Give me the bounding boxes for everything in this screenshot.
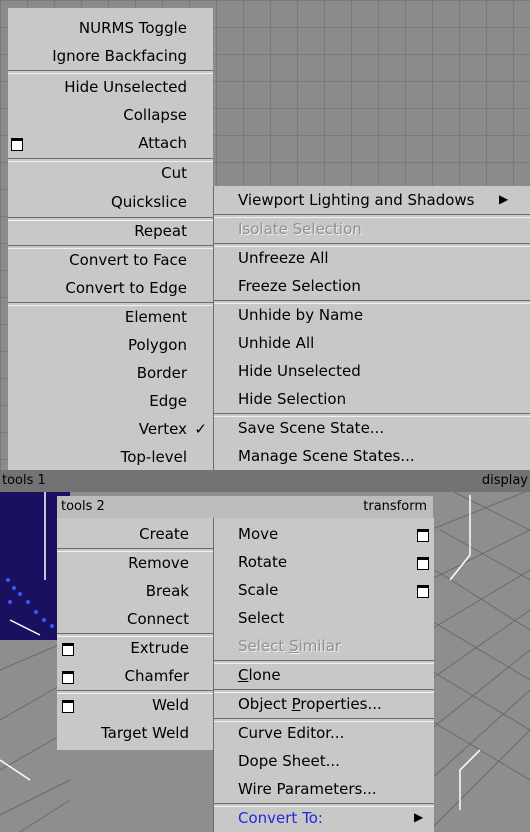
menu-item-freeze-selection[interactable]: Freeze Selection [214,272,530,300]
tools2-title-bar: tools 2 [57,496,213,518]
convert-to-submenu-arrow-icon: ▶ [414,810,424,824]
transform-title: transform [363,499,427,514]
menu-item-extrude[interactable]: Extrude [57,634,213,662]
menu-item-clone[interactable]: Clone [214,661,434,689]
menu-item-quickslice[interactable]: Quickslice [8,188,213,216]
quad-tools1-menu: NURMS Toggle Ignore Backfacing Hide Unse… [8,8,213,470]
select-similar-mnemonic: S [289,637,299,655]
menu-item-unfreeze-all[interactable]: Unfreeze All [214,244,530,272]
menu-item-curve-editor[interactable]: Curve Editor... [214,719,434,747]
attach-option-box-icon[interactable] [11,138,23,151]
menu-item-manage-scene-states[interactable]: Manage Scene States... [214,442,530,470]
menu-item-create[interactable]: Create [57,520,213,548]
menu-item-weld[interactable]: Weld [57,691,213,719]
menu-item-cut[interactable]: Cut [8,159,213,187]
menu-item-save-scene-state[interactable]: Save Scene State... [214,414,530,442]
menu-item-unhide-all[interactable]: Unhide All [214,329,530,357]
object-properties-label-pre: Object [238,695,292,713]
select-similar-label-pre: Select [238,637,290,655]
menu-item-element[interactable]: Element [8,303,213,331]
display-title: display [481,473,528,488]
scale-option-box-icon[interactable] [417,585,429,598]
quad-top-title-bar: tools 1 display [0,470,530,492]
menu-item-break[interactable]: Break [57,577,213,605]
menu-item-top-level[interactable]: Top-level [8,443,213,471]
quad-transform-menu: Move Rotate Scale Select Select Similar … [213,518,434,832]
menu-item-unhide-by-name[interactable]: Unhide by Name [214,301,530,329]
move-option-box-icon[interactable] [417,529,429,542]
menu-item-remove[interactable]: Remove [57,549,213,577]
menu-item-hide-unselected[interactable]: Hide Unselected [8,73,213,101]
transform-title-bar: transform [213,496,433,518]
vertex-checkmark-icon: ✓ [194,420,207,438]
menu-item-vertex[interactable]: Vertex [8,415,213,443]
menu-item-convert-to-face[interactable]: Convert to Face [8,246,213,274]
extrude-option-box-icon[interactable] [62,643,74,656]
tools2-title: tools 2 [61,499,105,514]
menu-item-dope-sheet[interactable]: Dope Sheet... [214,747,434,775]
menu-item-select[interactable]: Select [214,604,434,632]
menu-item-edge[interactable]: Edge [8,387,213,415]
menu-item-object-properties[interactable]: Object Properties... [214,690,434,718]
menu-item-chamfer[interactable]: Chamfer [57,662,213,690]
object-properties-label-post: roperties... [300,695,382,713]
menu-item-hide-unselected-display[interactable]: Hide Unselected [214,357,530,385]
menu-item-border[interactable]: Border [8,359,213,387]
menu-item-collapse[interactable]: Collapse [8,101,213,129]
menu-item-hide-selection[interactable]: Hide Selection [214,385,530,413]
menu-item-connect[interactable]: Connect [57,605,213,633]
tools1-title: tools 1 [2,473,46,488]
menu-item-attach[interactable]: Attach [8,129,213,157]
viewport-lighting-submenu-arrow-icon: ▶ [499,192,509,206]
weld-option-box-icon[interactable] [62,700,74,713]
menu-item-select-similar: Select Similar [214,632,434,660]
quad-tools2-menu: Create Remove Break Connect Extrude Cham… [57,518,213,750]
quad-display-menu: Viewport Lighting and Shadows ▶ Isolate … [213,186,530,470]
chamfer-option-box-icon[interactable] [62,671,74,684]
clone-mnemonic: C [238,666,249,684]
select-similar-label-post: imilar [298,637,342,655]
menu-item-target-weld[interactable]: Target Weld [57,719,213,747]
menu-item-convert-to-edge[interactable]: Convert to Edge [8,274,213,302]
clone-label-post: lone [248,666,281,684]
menu-item-move[interactable]: Move [214,520,434,548]
menu-item-polygon[interactable]: Polygon [8,331,213,359]
menu-item-isolate-selection: Isolate Selection [238,220,362,238]
menu-item-wire-parameters[interactable]: Wire Parameters... [214,775,434,803]
menu-item-viewport-lighting-and-shadows[interactable]: Viewport Lighting and Shadows [214,186,530,214]
menu-item-ignore-backfacing[interactable]: Ignore Backfacing [8,42,213,70]
menu-item-convert-to[interactable]: Convert To: [214,804,434,832]
menu-item-nurms-toggle[interactable]: NURMS Toggle [8,14,213,42]
menu-item-rotate[interactable]: Rotate [214,548,434,576]
menu-item-scale[interactable]: Scale [214,576,434,604]
rotate-option-box-icon[interactable] [417,557,429,570]
menu-item-repeat[interactable]: Repeat [8,217,213,245]
